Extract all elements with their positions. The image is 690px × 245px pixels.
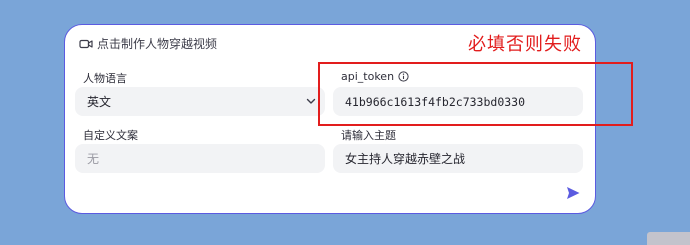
custom-copy-label: 自定义文案	[83, 127, 138, 143]
custom-copy-input[interactable]: 无	[75, 144, 325, 173]
annotation-box	[318, 62, 633, 126]
language-value: 英文	[87, 95, 112, 109]
language-label: 人物语言	[83, 70, 127, 86]
send-icon	[567, 187, 580, 199]
card-header[interactable]: 点击制作人物穿越视频	[79, 35, 217, 52]
video-camera-icon	[79, 38, 93, 50]
topic-value: 女主持人穿越赤壁之战	[345, 152, 466, 166]
annotation-text: 必填否则失败	[468, 34, 582, 55]
card-title: 点击制作人物穿越视频	[97, 37, 218, 51]
topic-label-text: 请输入主题	[341, 129, 396, 142]
language-label-text: 人物语言	[83, 72, 127, 85]
topic-label: 请输入主题	[341, 127, 396, 143]
topic-input[interactable]: 女主持人穿越赤壁之战	[333, 144, 583, 173]
language-select[interactable]: 英文	[75, 87, 325, 116]
chevron-down-icon	[305, 95, 317, 107]
corner-overlay	[647, 232, 690, 245]
send-button[interactable]	[565, 185, 581, 201]
screen: 点击制作人物穿越视频 人物语言 英文 api_token 41b966c1613…	[0, 0, 690, 245]
custom-copy-value: 无	[87, 152, 100, 166]
custom-copy-label-text: 自定义文案	[83, 129, 138, 142]
